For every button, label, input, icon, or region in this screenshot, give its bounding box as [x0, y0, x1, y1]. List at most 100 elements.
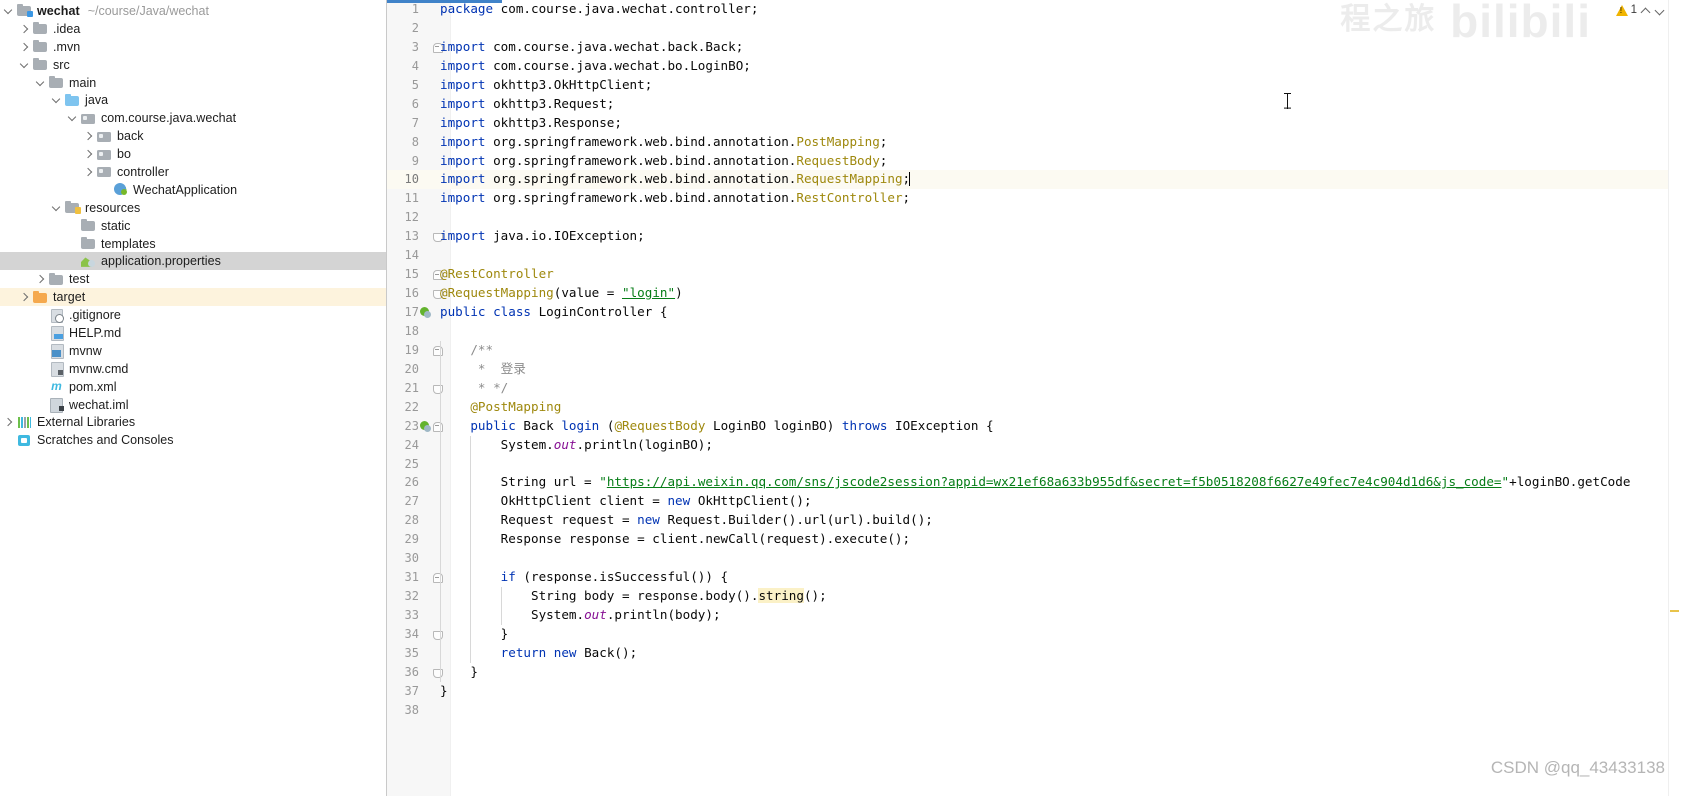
code-line[interactable]: 33 System.out.println(body);: [387, 606, 1681, 625]
code-token: out: [553, 436, 577, 452]
tree-row-gitignore[interactable]: .gitignore: [0, 306, 386, 324]
tree-row-java[interactable]: java: [0, 91, 386, 109]
code-line[interactable]: 21 * */: [387, 378, 1681, 398]
code-line[interactable]: 36 }: [387, 662, 1681, 682]
chevron-down-icon[interactable]: [68, 113, 79, 124]
code-line[interactable]: 10 import org.springframework.web.bind.an…: [387, 170, 1681, 190]
tree-row-help-md[interactable]: HELP.md: [0, 324, 386, 342]
code-token[interactable]: "login": [622, 285, 675, 300]
chevron-right-icon[interactable]: [20, 292, 31, 303]
inspection-widget[interactable]: 1: [1615, 4, 1665, 16]
tree-row-templates[interactable]: templates: [0, 235, 386, 253]
chevron-down-icon[interactable]: [52, 202, 63, 213]
chevron-right-icon[interactable]: [84, 149, 95, 160]
code-token: import: [440, 133, 494, 149]
tree-row-back[interactable]: back: [0, 127, 386, 145]
tree-row-src[interactable]: src: [0, 56, 386, 74]
tree-row-project-root[interactable]: wechat ~/course/Java/wechat: [0, 2, 386, 20]
tree-row-target[interactable]: target: [0, 288, 386, 307]
code-line[interactable]: 13 import java.io.IOException;: [387, 227, 1681, 246]
code-line[interactable]: 25: [387, 454, 1681, 474]
code-line[interactable]: 24 System.out.println(loginBO);: [387, 435, 1681, 455]
code-line[interactable]: 12: [387, 208, 1681, 227]
code-line[interactable]: 15 @RestController: [387, 265, 1681, 284]
tree-row-mvn[interactable]: .mvn: [0, 38, 386, 56]
code-line[interactable]: 17 public class LoginController {: [387, 303, 1681, 322]
tree-row-idea[interactable]: .idea: [0, 20, 386, 38]
code-line[interactable]: 29 Response response = client.newCall(re…: [387, 530, 1681, 550]
code-editor[interactable]: 1 package com.course.java.wechat.controll…: [387, 0, 1681, 796]
code-line[interactable]: 37}: [387, 682, 1681, 701]
code-line[interactable]: 35 return new Back();: [387, 643, 1681, 663]
code-line[interactable]: 32 String body = response.body().string(…: [387, 587, 1681, 607]
line-number: 21: [404, 380, 419, 395]
run-gutter-icon[interactable]: [420, 307, 431, 318]
code-line[interactable]: 19 /**: [387, 340, 1681, 360]
code-line[interactable]: 26 String url = "https://api.weixin.qq.c…: [387, 473, 1681, 493]
tree-row-external-libraries[interactable]: External Libraries: [0, 413, 386, 431]
chevron-right-icon[interactable]: [84, 131, 95, 142]
tree-row-bo[interactable]: bo: [0, 145, 386, 163]
code-lines[interactable]: 1 package com.course.java.wechat.controll…: [387, 0, 1681, 796]
code-line[interactable]: 34 }: [387, 624, 1681, 644]
code-line[interactable]: 28 Request request = new Request.Builder…: [387, 511, 1681, 531]
run-gutter-icon[interactable]: [420, 420, 431, 432]
code-line[interactable]: 6 import okhttp3.Request;: [387, 95, 1681, 114]
tree-row-application-properties[interactable]: application.properties: [0, 252, 386, 271]
project-tool-window[interactable]: wechat ~/course/Java/wechat .idea .mvn src…: [0, 0, 387, 796]
tree-row-wechatapplication[interactable]: WechatApplication: [0, 181, 386, 199]
code-line[interactable]: 38: [387, 701, 1681, 720]
code-line[interactable]: 16 @RequestMapping(value = "login"): [387, 284, 1681, 303]
tree-row-scratches-and-consoles[interactable]: Scratches and Consoles: [0, 431, 386, 449]
tree-row-static[interactable]: static: [0, 217, 386, 235]
tree-row-mvnw-cmd[interactable]: mvnw.cmd: [0, 360, 386, 378]
code-line[interactable]: 9 import org.springframework.web.bind.ann…: [387, 152, 1681, 171]
tree-row-wechat-iml[interactable]: wechat.iml: [0, 396, 386, 414]
code-line[interactable]: 2: [387, 19, 1681, 38]
chevron-right-icon[interactable]: [4, 417, 15, 428]
project-tree[interactable]: .idea .mvn src main java com.course.java.wech…: [0, 20, 386, 449]
code-line[interactable]: 11 import org.springframework.web.bind.an…: [387, 189, 1681, 208]
chevron-up-icon[interactable]: [1642, 6, 1651, 15]
code-line[interactable]: 5 import okhttp3.OkHttpClient;: [387, 76, 1681, 95]
code-token[interactable]: https://api.weixin.qq.com/sns/jscode2ses…: [607, 474, 1502, 489]
chevron-down-icon[interactable]: [4, 5, 15, 16]
code-token: new: [667, 493, 698, 509]
tree-row-resources[interactable]: resources: [0, 199, 386, 217]
code-line[interactable]: 1 package com.course.java.wechat.controll…: [387, 0, 1681, 19]
code-line[interactable]: 22 @PostMapping: [387, 397, 1681, 417]
tree-row-main[interactable]: main: [0, 74, 386, 92]
code-line[interactable]: 4 import com.course.java.wechat.bo.LoginB…: [387, 57, 1681, 76]
code-line[interactable]: 23 public Back login (@RequestBody Login…: [387, 416, 1681, 436]
code-line[interactable]: 30: [387, 549, 1681, 569]
inspection-scrollbar[interactable]: [1668, 0, 1681, 796]
code-token: public class: [440, 304, 539, 319]
tree-row-controller[interactable]: controller: [0, 163, 386, 181]
code-line-text: if (response.isSuccessful()) {: [440, 568, 728, 587]
chevron-down-icon[interactable]: [1656, 6, 1665, 15]
code-line[interactable]: 27 OkHttpClient client = new OkHttpClien…: [387, 492, 1681, 512]
code-line[interactable]: 14: [387, 246, 1681, 265]
chevron-down-icon[interactable]: [20, 59, 31, 70]
code-line[interactable]: 20 * 登录: [387, 359, 1681, 379]
code-token: org.springframework.web.bind.annotation.: [493, 133, 797, 149]
chevron-down-icon[interactable]: [36, 77, 47, 88]
tree-row-com-course-java-wechat[interactable]: com.course.java.wechat: [0, 109, 386, 127]
tree-row-pom-xml[interactable]: m pom.xml: [0, 378, 386, 396]
chevron-right-icon[interactable]: [84, 166, 95, 177]
code-line[interactable]: 8 import org.springframework.web.bind.ann…: [387, 133, 1681, 152]
code-line[interactable]: 31 if (response.isSuccessful()) {: [387, 568, 1681, 588]
folder-pkg-icon: [97, 129, 112, 144]
tree-row-mvnw[interactable]: mvnw: [0, 342, 386, 360]
tree-row-test[interactable]: test: [0, 270, 386, 288]
chevron-right-icon[interactable]: [20, 23, 31, 34]
code-token: System.: [440, 436, 554, 452]
chevron-right-icon[interactable]: [20, 41, 31, 52]
chevron-right-icon[interactable]: [36, 274, 47, 285]
code-line[interactable]: 18: [387, 322, 1681, 341]
chevron-down-icon[interactable]: [52, 95, 63, 106]
code-line[interactable]: 7 import okhttp3.Response;: [387, 114, 1681, 133]
code-line[interactable]: 3 import com.course.java.wechat.back.Back…: [387, 38, 1681, 57]
folder-icon: [33, 39, 48, 54]
inspection-mark-warning[interactable]: [1670, 610, 1679, 612]
